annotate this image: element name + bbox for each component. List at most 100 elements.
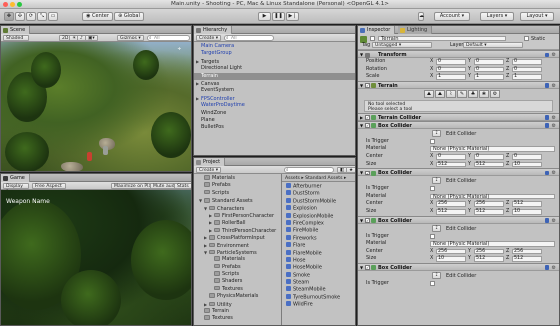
help-book-icon[interactable] (544, 170, 549, 176)
asset-item[interactable]: HoseMobile (282, 264, 355, 271)
help-book-icon[interactable] (544, 265, 549, 270)
asset-item[interactable]: WildFire (282, 301, 355, 308)
asset-item[interactable]: DustStormMobile (282, 197, 355, 205)
display-dropdown[interactable]: Display 1 ▾ (3, 183, 29, 195)
material-field[interactable]: None (Physic Material) (430, 193, 555, 200)
project-folder-item[interactable]: Scripts (194, 189, 281, 197)
layers-dropdown[interactable]: Layers ▾ (480, 12, 514, 21)
stats-toggle[interactable]: Stats (174, 183, 191, 189)
is-trigger-checkbox[interactable] (430, 280, 435, 286)
project-folder-item[interactable]: ▶ CrossPlatformInput (194, 234, 281, 241)
terrain-tool-button[interactable]: ⛰ (424, 89, 434, 98)
is-trigger-checkbox[interactable] (430, 186, 435, 192)
project-folder-item[interactable]: ▶ RollerBall (194, 219, 281, 226)
project-create-dropdown[interactable]: Create ▾ (196, 167, 222, 173)
hierarchy-search-input[interactable]: ⌕ All (224, 35, 274, 41)
project-folder-item[interactable]: Terrain (194, 308, 281, 315)
asset-item[interactable]: SteamMobile (282, 286, 355, 293)
edit-collider-button[interactable]: ⟟ (432, 224, 441, 232)
position-z-field[interactable]: 0 (512, 59, 542, 65)
project-folder-item[interactable]: Materials (194, 175, 281, 182)
project-folder-item[interactable]: PhysicsMaterials (194, 293, 281, 300)
scene-orientation-gizmo[interactable]: ✛ (178, 46, 181, 51)
terrain-tool-button[interactable]: ♣ (468, 89, 478, 98)
hierarchy-item[interactable]: ▶ Targets (194, 58, 355, 65)
terrain-component-header[interactable]: ▼ ✓ Terrain ⚙ (358, 80, 559, 89)
scale-x-field[interactable]: 1 (436, 74, 466, 80)
rotation-x-field[interactable]: 0 (436, 66, 466, 73)
is-trigger-checkbox[interactable] (430, 233, 435, 239)
asset-item[interactable]: FireMobile (282, 227, 355, 234)
size-y-field[interactable]: 512 (474, 161, 504, 168)
favorites-star-button[interactable]: ★ (346, 167, 355, 173)
center-z-field[interactable]: 256 (512, 248, 542, 255)
hierarchy-item[interactable]: ▶ FPSController (194, 95, 355, 102)
box-collider-component-header[interactable]: ▼ ✓ Box Collider ⚙ (358, 215, 559, 224)
hierarchy-item[interactable]: BulletPos (194, 124, 355, 131)
project-folder-item[interactable]: Prefabs (194, 182, 281, 189)
size-z-field[interactable]: 512 (512, 256, 542, 262)
asset-item[interactable]: Smoke (282, 271, 355, 279)
terrain-tool-button[interactable]: ❀ (479, 89, 489, 98)
rect-tool-button[interactable]: ▭ (48, 12, 58, 21)
position-x-field[interactable]: 0 (436, 59, 466, 65)
size-x-field[interactable]: 512 (436, 161, 466, 168)
center-y-field[interactable]: 0 (474, 153, 504, 160)
asset-item[interactable]: Explosion (282, 205, 355, 212)
static-checkbox[interactable] (524, 36, 529, 41)
terrain-tool-button[interactable]: ⛰ (435, 89, 445, 98)
size-z-field[interactable]: 10 (512, 161, 542, 168)
project-folder-item[interactable]: Textures (194, 285, 281, 293)
project-search-input[interactable]: ⌕ (284, 167, 334, 173)
asset-item[interactable]: Flare (282, 242, 355, 249)
project-folder-item[interactable]: Shaders (194, 278, 281, 285)
shading-mode-dropdown[interactable]: Shaded ▾ (3, 35, 29, 47)
scale-tool-button[interactable]: ⤡ (37, 12, 47, 21)
box-collider-component-header[interactable]: ▼ ✓ Box Collider ⚙ (358, 262, 559, 271)
project-folder-item[interactable]: ▶ FirstPersonCharacter (194, 212, 281, 219)
center-x-field[interactable]: 256 (436, 201, 466, 207)
asset-item[interactable]: Afterburner (282, 183, 355, 190)
hierarchy-item[interactable]: EventSystem (194, 87, 355, 94)
material-field[interactable]: None (Physic Material) (430, 146, 555, 152)
hierarchy-item[interactable]: TargetGroup (194, 50, 355, 57)
help-book-icon[interactable] (544, 83, 549, 88)
scale-z-field[interactable]: 1 (512, 74, 542, 80)
component-enabled-checkbox[interactable]: ✓ (365, 170, 370, 176)
object-active-checkbox[interactable] (370, 36, 375, 41)
asset-item[interactable]: TyreBurnoutSmoke (282, 293, 355, 301)
account-dropdown[interactable]: Account ▾ (434, 12, 470, 21)
asset-item[interactable]: Fireworks (282, 234, 355, 242)
tab-scene[interactable]: Scene (1, 26, 31, 34)
tab-game[interactable]: Game (1, 174, 30, 182)
center-y-field[interactable]: 256 (474, 248, 504, 255)
project-folder-item[interactable]: ▶ ThirdPersonCharacter (194, 227, 281, 234)
project-folder-item[interactable]: Scripts (194, 271, 281, 278)
global-space-toggle[interactable]: ⊕ Global (114, 12, 144, 21)
scale-y-field[interactable]: 1 (474, 74, 504, 80)
size-y-field[interactable]: 512 (474, 208, 504, 215)
center-x-field[interactable]: 256 (436, 248, 466, 255)
component-enabled-checkbox[interactable]: ✓ (365, 218, 370, 223)
center-y-field[interactable]: 256 (474, 201, 504, 207)
game-viewport[interactable] (1, 190, 191, 325)
project-folder-item[interactable]: ▶ Environment (194, 242, 281, 249)
play-button[interactable]: ▶ (258, 12, 271, 21)
project-folder-item[interactable]: ▼ ParticleSystems (194, 249, 281, 256)
tag-dropdown[interactable]: Untagged ▾ (372, 42, 432, 49)
help-book-icon[interactable] (544, 52, 549, 57)
component-enabled-checkbox[interactable]: ✓ (365, 123, 370, 128)
size-x-field[interactable]: 512 (436, 208, 466, 215)
asset-item[interactable]: FlareMobile (282, 249, 355, 257)
hierarchy-item[interactable]: WaterProDaytime (194, 102, 355, 109)
component-enabled-checkbox[interactable]: ✓ (365, 265, 370, 270)
asset-item[interactable]: Steam (282, 279, 355, 286)
step-button[interactable]: ▶❘ (286, 12, 299, 21)
rotate-tool-button[interactable]: ⟳ (26, 12, 36, 21)
hierarchy-item[interactable]: WindZone (194, 110, 355, 117)
cloud-icon[interactable]: ☁ (418, 12, 424, 21)
asset-item[interactable]: DustStorm (282, 190, 355, 197)
pause-button[interactable]: ❚❚ (272, 12, 285, 21)
size-y-field[interactable]: 512 (474, 256, 504, 262)
component-enabled-checkbox[interactable]: ✓ (365, 83, 370, 88)
